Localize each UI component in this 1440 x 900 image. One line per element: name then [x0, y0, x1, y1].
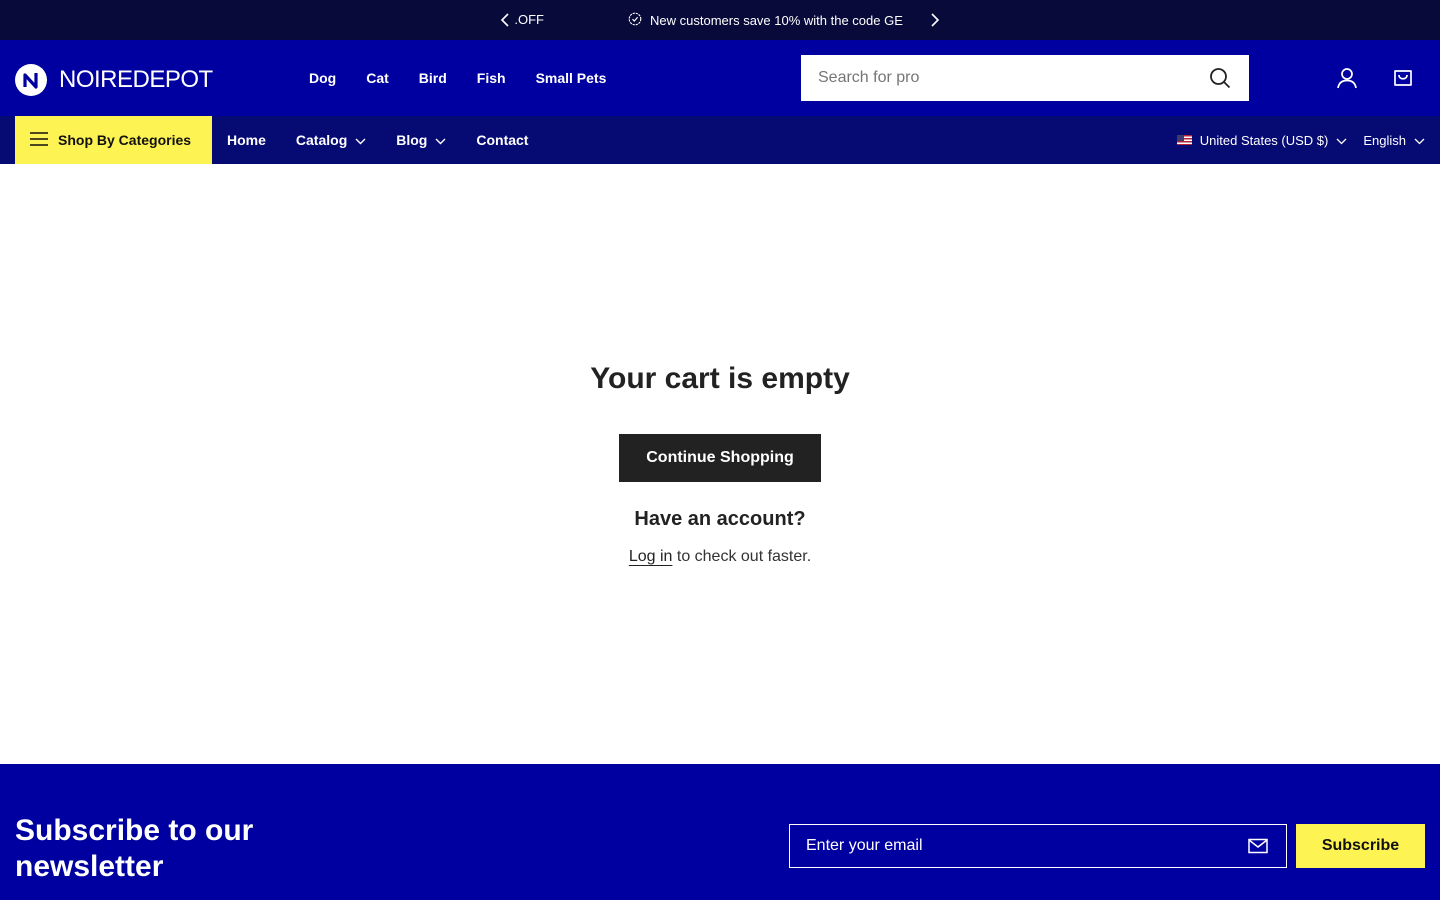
login-link[interactable]: Log in — [629, 548, 673, 565]
account-heading: Have an account? — [634, 508, 806, 530]
announcement-prev-fragment: OFF. — [514, 12, 544, 27]
chevron-down-icon — [355, 132, 366, 148]
nav-item-blog[interactable]: Blog — [396, 132, 446, 148]
announcement-message: New customers save 10% with the code GE — [628, 12, 926, 29]
cart-icon[interactable] — [1391, 66, 1415, 90]
announcement-text: New customers save 10% with the code GE — [650, 13, 903, 28]
category-nav: Dog Cat Bird Fish Small Pets — [309, 70, 606, 86]
account-icon[interactable] — [1335, 66, 1359, 90]
nav-item-contact[interactable]: Contact — [476, 132, 528, 148]
category-link-dog[interactable]: Dog — [309, 70, 336, 86]
category-link-bird[interactable]: Bird — [419, 70, 447, 86]
email-form — [789, 824, 1287, 868]
logo[interactable]: NOIREDEPOT — [15, 64, 213, 96]
language-label: English — [1363, 132, 1406, 148]
search-bar — [801, 55, 1249, 101]
subscribe-button[interactable]: Subscribe — [1296, 824, 1425, 868]
mail-icon[interactable] — [1230, 838, 1286, 854]
cart-empty-title: Your cart is empty — [590, 362, 850, 395]
country-label: United States (USD $) — [1199, 132, 1329, 148]
email-input[interactable] — [790, 825, 1230, 867]
country-selector[interactable]: United States (USD $) — [1176, 132, 1348, 148]
continue-shopping-button[interactable]: Continue Shopping — [619, 434, 821, 482]
login-prompt: Log in to check out faster. — [0, 548, 1440, 566]
category-link-fish[interactable]: Fish — [477, 70, 506, 86]
logo-text: NOIREDEPOT — [59, 66, 213, 93]
locale-selectors: United States (USD $) English — [1176, 116, 1425, 164]
category-link-small-pets[interactable]: Small Pets — [536, 70, 607, 86]
shop-by-categories-label: Shop By Categories — [58, 132, 192, 148]
newsletter-heading: Subscribe to our newsletter — [15, 814, 254, 883]
search-icon[interactable] — [1191, 55, 1249, 101]
main-nav: Shop By Categories Home Catalog Blog Con… — [0, 116, 1440, 164]
badge-check-icon — [628, 12, 642, 29]
hamburger-icon — [30, 131, 48, 149]
chevron-down-icon — [1336, 133, 1347, 148]
nav-item-home[interactable]: Home — [227, 132, 266, 148]
logo-mark-icon — [15, 64, 47, 96]
us-flag-icon — [1176, 135, 1192, 145]
cart-empty-section: Your cart is empty Continue Shopping Hav… — [0, 164, 1440, 764]
shop-by-categories-button[interactable]: Shop By Categories — [15, 116, 212, 164]
main-links: Home Catalog Blog Contact — [227, 116, 528, 164]
login-prompt-text: to check out faster. — [672, 548, 812, 565]
site-header: NOIREDEPOT Dog Cat Bird Fish Small Pets — [0, 40, 1440, 116]
chevron-left-icon[interactable] — [498, 12, 512, 28]
nav-item-label: Home — [227, 132, 266, 148]
category-link-cat[interactable]: Cat — [366, 70, 389, 86]
search-input[interactable] — [801, 55, 1191, 101]
chevron-right-icon[interactable] — [928, 12, 942, 28]
nav-item-catalog[interactable]: Catalog — [296, 132, 366, 148]
announcement-bar: OFF. New customers save 10% with the cod… — [0, 0, 1440, 40]
nav-item-label: Contact — [476, 132, 529, 148]
nav-item-label: Blog — [396, 132, 428, 148]
chevron-down-icon — [435, 132, 446, 148]
language-selector[interactable]: English — [1363, 133, 1425, 148]
nav-item-label: Catalog — [295, 132, 348, 148]
chevron-down-icon — [1414, 133, 1425, 148]
newsletter-footer: Subscribe to our newsletter Subscribe — [0, 764, 1440, 900]
